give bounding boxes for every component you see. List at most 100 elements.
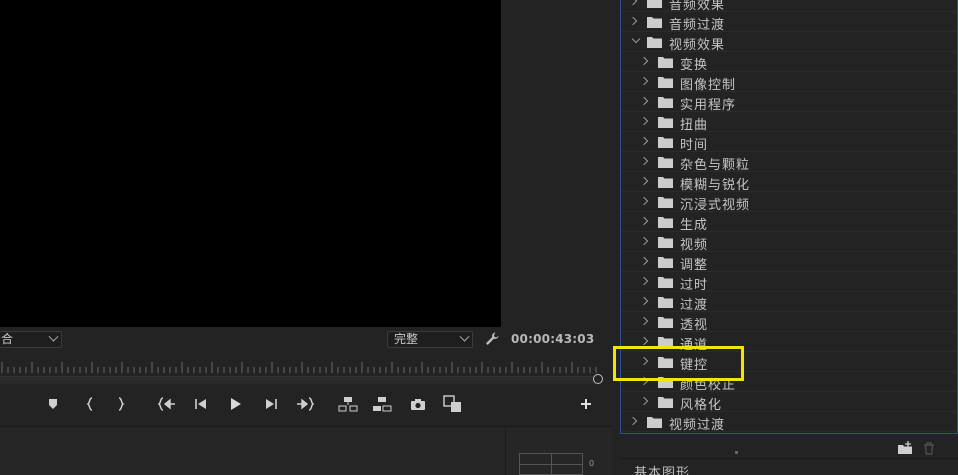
go-to-out-button[interactable]	[294, 393, 316, 415]
effects-tree-item[interactable]: 调整	[621, 252, 957, 273]
wrench-icon[interactable]	[484, 331, 500, 347]
chevron-right-icon[interactable]	[639, 176, 649, 186]
effects-tree-item[interactable]: 实用程序	[621, 92, 957, 113]
chevron-right-icon[interactable]	[639, 296, 649, 306]
chevron-down-icon	[48, 331, 59, 342]
add-marker-icon	[49, 399, 57, 409]
go-to-in-icon	[158, 397, 175, 411]
effects-tree-item[interactable]: 视频过渡	[621, 412, 957, 433]
effects-tree-item[interactable]: 过时	[621, 272, 957, 293]
effects-tree-item-label: 过时	[680, 278, 709, 293]
folder-icon	[658, 117, 673, 128]
zoom-handle[interactable]	[593, 374, 603, 384]
effects-tree-item-label: 扭曲	[680, 118, 709, 133]
audio-meter-frame	[519, 453, 583, 475]
chevron-right-icon[interactable]	[639, 316, 649, 326]
playback-resolution-value: 完整	[394, 332, 419, 346]
effects-tree-item-label: 视频过渡	[669, 418, 726, 433]
highlight-annotation-box	[613, 346, 744, 381]
mark-in-button[interactable]	[79, 393, 101, 415]
chevron-right-icon[interactable]	[639, 236, 649, 246]
folder-icon	[658, 397, 673, 408]
chevron-right-icon[interactable]	[628, 0, 638, 6]
effects-tree-item[interactable]: 沉浸式视频	[621, 192, 957, 213]
effects-tree-item[interactable]: 生成	[621, 212, 957, 233]
playhead-timecode[interactable]: 00:00:43:03	[511, 332, 594, 346]
chevron-right-icon[interactable]	[639, 156, 649, 166]
lift-button[interactable]	[337, 393, 359, 415]
effects-tree-item[interactable]: 图像控制	[621, 72, 957, 93]
new-bin-icon[interactable]	[897, 441, 913, 455]
mark-out-button[interactable]	[110, 393, 132, 415]
step-forward-icon	[266, 399, 277, 409]
go-to-in-button[interactable]	[156, 393, 178, 415]
extract-button[interactable]	[371, 393, 393, 415]
effects-tree-item[interactable]: 视频效果	[621, 32, 957, 53]
chevron-right-icon[interactable]	[639, 216, 649, 226]
scrub-bar[interactable]	[0, 376, 598, 384]
chevron-right-icon[interactable]	[639, 196, 649, 206]
mark-out-icon	[118, 397, 125, 411]
effects-tree-item-label: 杂色与颗粒	[680, 158, 751, 173]
effects-tree-item[interactable]: 风格化	[621, 392, 957, 413]
folder-icon	[658, 137, 673, 148]
effects-tree-item[interactable]: 变换	[621, 52, 957, 73]
chevron-right-icon[interactable]	[639, 136, 649, 146]
export-frame-button[interactable]	[407, 393, 429, 415]
effects-tree-item-label: 调整	[680, 258, 709, 273]
chevron-right-icon[interactable]	[628, 416, 638, 426]
chevron-right-icon[interactable]	[639, 116, 649, 126]
folder-icon	[658, 217, 673, 228]
lift-icon	[338, 397, 358, 412]
folder-icon	[658, 77, 673, 88]
folder-icon	[658, 57, 673, 68]
chevron-right-icon[interactable]	[639, 396, 649, 406]
effects-tree-item[interactable]: 扭曲	[621, 112, 957, 133]
trash-icon[interactable]	[923, 442, 935, 455]
panel-divider	[505, 426, 506, 475]
chevron-down-icon[interactable]	[631, 34, 641, 44]
folder-icon	[647, 37, 662, 48]
effects-tree-item-label: 过渡	[680, 298, 709, 313]
chevron-right-icon[interactable]	[639, 76, 649, 86]
effects-tree-item[interactable]: 时间	[621, 132, 957, 153]
effects-tree-item[interactable]: 透视	[621, 312, 957, 333]
folder-icon	[658, 257, 673, 268]
effects-tree-item[interactable]: 杂色与颗粒	[621, 152, 957, 173]
effects-tree-item-label: 风格化	[680, 398, 723, 413]
video-preview[interactable]	[0, 0, 501, 327]
effects-tree-item[interactable]: 音频过渡	[621, 12, 957, 33]
fit-dropdown[interactable]: 合	[0, 331, 62, 348]
folder-icon	[658, 177, 673, 188]
step-back-button[interactable]	[190, 393, 212, 415]
chevron-right-icon[interactable]	[639, 336, 649, 346]
effects-tree-item-label: 视频效果	[669, 38, 726, 53]
effects-tree-item[interactable]: 过渡	[621, 292, 957, 313]
play-button[interactable]	[225, 393, 247, 415]
plus-icon	[581, 399, 591, 409]
comparison-view-icon	[443, 395, 461, 412]
chevron-right-icon[interactable]	[639, 56, 649, 66]
folder-icon	[658, 97, 673, 108]
effects-tree-item[interactable]: 音频效果	[621, 0, 957, 13]
effects-tree-item[interactable]: 视频	[621, 232, 957, 253]
effects-tree-item-label: 沉浸式视频	[680, 198, 751, 213]
effects-tree-item-label: 音频过渡	[669, 18, 726, 33]
effects-tree-item-label: 时间	[680, 138, 709, 153]
chevron-right-icon[interactable]	[628, 16, 638, 26]
step-forward-button[interactable]	[260, 393, 282, 415]
chevron-right-icon[interactable]	[639, 96, 649, 106]
effects-tree-item[interactable]: 模糊与锐化	[621, 172, 957, 193]
comparison-view-button[interactable]	[442, 393, 464, 415]
go-to-out-icon	[297, 397, 314, 411]
resize-grip[interactable]	[735, 451, 738, 454]
add-marker-button[interactable]	[42, 393, 64, 415]
button-editor-button[interactable]	[575, 393, 597, 415]
chevron-right-icon[interactable]	[639, 276, 649, 286]
effects-tree-item-label: 变换	[680, 58, 709, 73]
chevron-down-icon	[459, 331, 470, 342]
step-back-icon	[195, 399, 206, 409]
chevron-right-icon[interactable]	[639, 256, 649, 266]
essential-graphics-tab[interactable]: 基本图形	[634, 462, 690, 475]
playback-resolution-dropdown[interactable]: 完整	[387, 331, 473, 348]
